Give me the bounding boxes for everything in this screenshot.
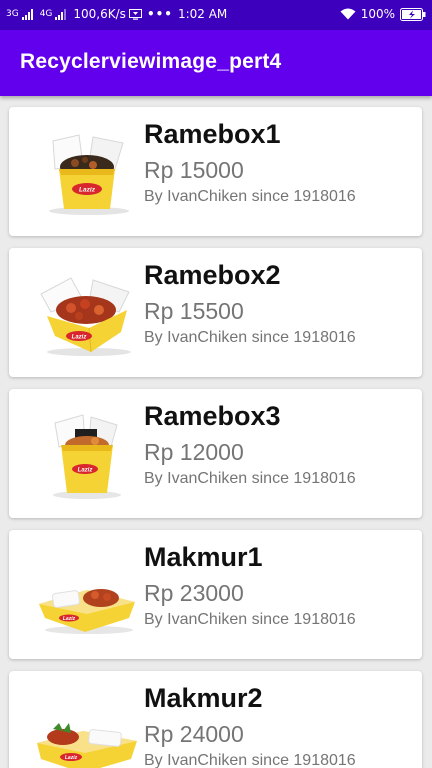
- food-box-image: Laziz: [53, 414, 121, 499]
- status-right: 100%: [340, 7, 426, 21]
- battery-percentage: 100%: [360, 7, 395, 21]
- item-description: By IvanChiken since 1918016: [144, 752, 356, 768]
- item-price: Rp 15500: [144, 298, 244, 324]
- item-name: Makmur1: [144, 542, 263, 572]
- app-title: Recyclerviewimage_pert4: [20, 50, 282, 73]
- battery-icon: [400, 7, 426, 21]
- item-price: Rp 15000: [144, 157, 244, 183]
- food-box-image: Laziz: [49, 134, 129, 215]
- screen-cast-icon: [128, 8, 142, 20]
- signal-icon: [21, 8, 33, 20]
- item-price: Rp 12000: [144, 439, 244, 465]
- status-left: 3G 4G 100,6K/s ••• 1:02 AM: [6, 7, 227, 21]
- svg-text:Laziz: Laziz: [72, 335, 87, 341]
- food-tray-image: Laziz: [39, 589, 135, 634]
- status-bar: 3G 4G 100,6K/s ••• 1:02 AM 100%: [0, 0, 432, 30]
- svg-text:Laziz: Laziz: [63, 616, 76, 622]
- recycler-list[interactable]: Laziz Ramebox1 Rp 15000 By IvanChiken si…: [0, 96, 432, 768]
- svg-text:Laziz: Laziz: [78, 468, 93, 474]
- clock: 1:02 AM: [177, 7, 228, 21]
- food-box-image: Laziz: [40, 277, 131, 356]
- item-price: Rp 24000: [144, 721, 244, 747]
- list-item[interactable]: Laziz Ramebox2 Rp 15500 By IvanChiken si…: [9, 248, 422, 377]
- list-item[interactable]: Laziz Makmur2 Rp 24000 By IvanChiken sin…: [9, 671, 422, 768]
- wifi-icon: [340, 8, 356, 20]
- item-name: Ramebox3: [144, 401, 281, 431]
- list-item[interactable]: Laziz Makmur1 Rp 23000 By IvanChiken sin…: [9, 530, 422, 659]
- network-type-2: 4G: [39, 9, 53, 19]
- item-description: By IvanChiken since 1918016: [144, 470, 356, 487]
- food-tray-image: Laziz: [37, 723, 137, 768]
- list-item[interactable]: Laziz Ramebox3 Rp 12000 By IvanChiken si…: [9, 389, 422, 518]
- svg-text:Laziz: Laziz: [65, 755, 78, 761]
- item-name: Makmur2: [144, 683, 263, 713]
- network-speed: 100,6K/s: [73, 7, 126, 21]
- svg-text:Laziz: Laziz: [79, 187, 96, 194]
- item-price: Rp 23000: [144, 580, 244, 606]
- more-notifications-icon: •••: [146, 7, 173, 21]
- app-bar: Recyclerviewimage_pert4: [0, 30, 432, 96]
- signal-icon: [55, 8, 67, 20]
- list-item[interactable]: Laziz Ramebox1 Rp 15000 By IvanChiken si…: [9, 107, 422, 236]
- item-description: By IvanChiken since 1918016: [144, 611, 356, 628]
- item-name: Ramebox1: [144, 119, 281, 149]
- item-name: Ramebox2: [144, 260, 281, 290]
- network-type-1: 3G: [6, 9, 19, 19]
- item-description: By IvanChiken since 1918016: [144, 188, 356, 205]
- item-description: By IvanChiken since 1918016: [144, 329, 356, 346]
